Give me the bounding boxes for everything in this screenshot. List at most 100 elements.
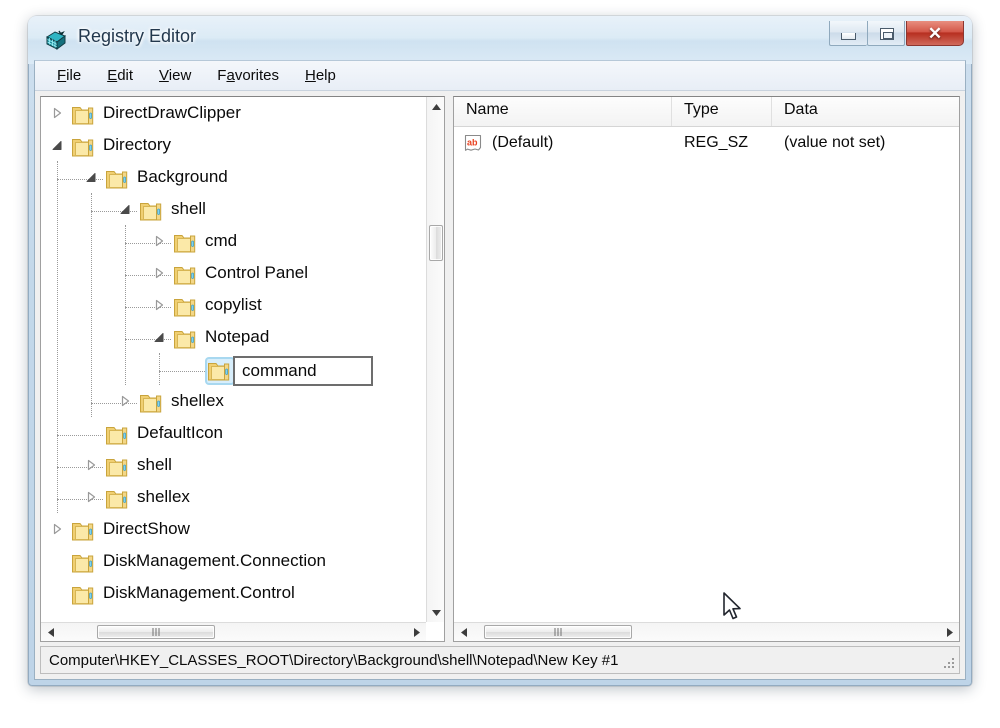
tree-item-notepad[interactable]: Notepad	[41, 323, 426, 355]
tree-item-copylist[interactable]: copylist	[41, 291, 426, 323]
tree-guide-connector	[57, 435, 103, 436]
column-header-data[interactable]: Data	[772, 97, 959, 126]
folder-icon	[173, 327, 199, 351]
menu-help[interactable]: Help	[292, 64, 349, 87]
value-name-cell: ab (Default)	[454, 134, 672, 152]
menu-view[interactable]: View	[146, 64, 204, 87]
tree-item-defaulticon[interactable]: DefaultIcon	[41, 419, 426, 451]
folder-icon	[207, 359, 233, 383]
value-data-cell: (value not set)	[784, 134, 886, 151]
tree-item-label: Directory	[103, 135, 172, 154]
string-value-icon: ab	[464, 134, 484, 152]
tree-horizontal-scrollbar[interactable]	[41, 622, 426, 641]
scroll-left-button[interactable]	[454, 623, 473, 641]
expand-triangle-icon[interactable]	[153, 235, 169, 251]
menu-file[interactable]: File	[44, 64, 94, 87]
grip-icon	[554, 628, 562, 636]
tree-item-label: copylist	[205, 295, 262, 314]
folder-icon	[71, 583, 97, 607]
registry-path-text: Computer\HKEY_CLASSES_ROOT\Directory\Bac…	[49, 651, 619, 669]
status-bar: Computer\HKEY_CLASSES_ROOT\Directory\Bac…	[40, 646, 960, 674]
table-row[interactable]: ab (Default) REG_SZ (value not set)	[454, 127, 959, 159]
tree-item-diskmanagement-control[interactable]: DiskManagement.Control	[41, 579, 426, 611]
registry-editor-window: Registry Editor ✕ File Edit View Favorit…	[28, 16, 972, 686]
folder-icon	[105, 455, 131, 479]
tree-item-label: Control Panel	[205, 263, 309, 282]
expand-triangle-icon[interactable]	[85, 491, 101, 507]
tree-item-shell[interactable]: shell	[41, 195, 426, 227]
tree-item-directdrawclipper[interactable]: DirectDrawClipper	[41, 99, 426, 131]
tree-item-shellex[interactable]: shellex	[41, 387, 426, 419]
tree-item-label: shellex	[137, 487, 190, 506]
folder-icon	[139, 391, 165, 415]
list-body[interactable]: ab (Default) REG_SZ (value not set)	[454, 127, 959, 159]
tree-item-directshow[interactable]: DirectShow	[41, 515, 426, 547]
title-bar[interactable]: Registry Editor ✕	[28, 16, 972, 64]
expand-triangle-icon[interactable]	[153, 299, 169, 315]
list-horizontal-scrollbar[interactable]	[454, 622, 959, 641]
column-header-name[interactable]: Name	[454, 97, 672, 126]
tree-item-diskmanagement-connection[interactable]: DiskManagement.Connection	[41, 547, 426, 579]
expand-triangle-icon[interactable]	[85, 459, 101, 475]
tree-item-label: DirectDrawClipper	[103, 103, 241, 122]
folder-icon	[105, 167, 131, 191]
scroll-right-button[interactable]	[407, 623, 426, 641]
collapse-triangle-icon[interactable]	[119, 203, 135, 219]
folder-icon	[173, 295, 199, 319]
tree-item-shell[interactable]: shell	[41, 451, 426, 483]
registry-key-tree-pane: DirectDrawClipper Directory Background s…	[40, 96, 445, 642]
tree-item-control-panel[interactable]: Control Panel	[41, 259, 426, 291]
tree-item-command[interactable]: command	[41, 355, 426, 387]
collapse-triangle-icon[interactable]	[85, 171, 101, 187]
maximize-icon	[880, 28, 894, 40]
tree-item-label: shell	[137, 455, 172, 474]
folder-icon	[173, 263, 199, 287]
value-type-cell: REG_SZ	[684, 134, 749, 151]
menu-bar: File Edit View Favorites Help	[35, 61, 965, 91]
expand-triangle-icon[interactable]	[51, 107, 67, 123]
expand-triangle-icon[interactable]	[51, 523, 67, 539]
expand-triangle-icon[interactable]	[119, 395, 135, 411]
minimize-button[interactable]	[829, 21, 867, 46]
menu-favorites[interactable]: Favorites	[204, 64, 292, 87]
rename-key-input[interactable]: command	[233, 356, 373, 386]
registry-editor-icon	[44, 28, 68, 52]
tree-hscroll-thumb[interactable]	[97, 625, 215, 639]
tree-guide-connector	[159, 371, 205, 372]
rename-key-value: command	[242, 361, 317, 380]
scroll-left-button[interactable]	[41, 623, 60, 641]
tree-item-label: Notepad	[205, 327, 270, 346]
scroll-down-button[interactable]	[427, 603, 444, 622]
tree-vertical-scrollbar[interactable]	[426, 97, 444, 622]
tree-item-cmd[interactable]: cmd	[41, 227, 426, 259]
folder-icon	[71, 135, 97, 159]
tree-item-label: shell	[171, 199, 206, 218]
scroll-up-button[interactable]	[427, 97, 444, 116]
grip-icon	[152, 628, 160, 636]
menu-edit[interactable]: Edit	[94, 64, 146, 87]
client-area: File Edit View Favorites Help DirectDraw…	[34, 60, 966, 680]
window-controls: ✕	[829, 21, 964, 46]
tree-item-background[interactable]: Background	[41, 163, 426, 195]
column-header-type[interactable]: Type	[672, 97, 772, 126]
list-hscroll-thumb[interactable]	[484, 625, 632, 639]
folder-icon	[71, 103, 97, 127]
tree-item-label: DefaultIcon	[137, 423, 223, 442]
folder-icon	[71, 551, 97, 575]
tree-viewport[interactable]: DirectDrawClipper Directory Background s…	[41, 97, 426, 622]
minimize-icon	[841, 33, 856, 40]
collapse-triangle-icon[interactable]	[51, 139, 67, 155]
close-button[interactable]: ✕	[906, 21, 964, 46]
tree-vscroll-thumb[interactable]	[429, 225, 443, 261]
tree-item-shellex[interactable]: shellex	[41, 483, 426, 515]
window-title: Registry Editor	[78, 26, 197, 46]
folder-icon	[139, 199, 165, 223]
panes-container: DirectDrawClipper Directory Background s…	[35, 92, 965, 647]
maximize-button[interactable]	[867, 21, 905, 46]
collapse-triangle-icon[interactable]	[153, 331, 169, 347]
expand-triangle-icon[interactable]	[153, 267, 169, 283]
resize-grip[interactable]	[942, 656, 956, 670]
tree-item-label: shellex	[171, 391, 224, 410]
tree-item-directory[interactable]: Directory	[41, 131, 426, 163]
scroll-right-button[interactable]	[940, 623, 959, 641]
